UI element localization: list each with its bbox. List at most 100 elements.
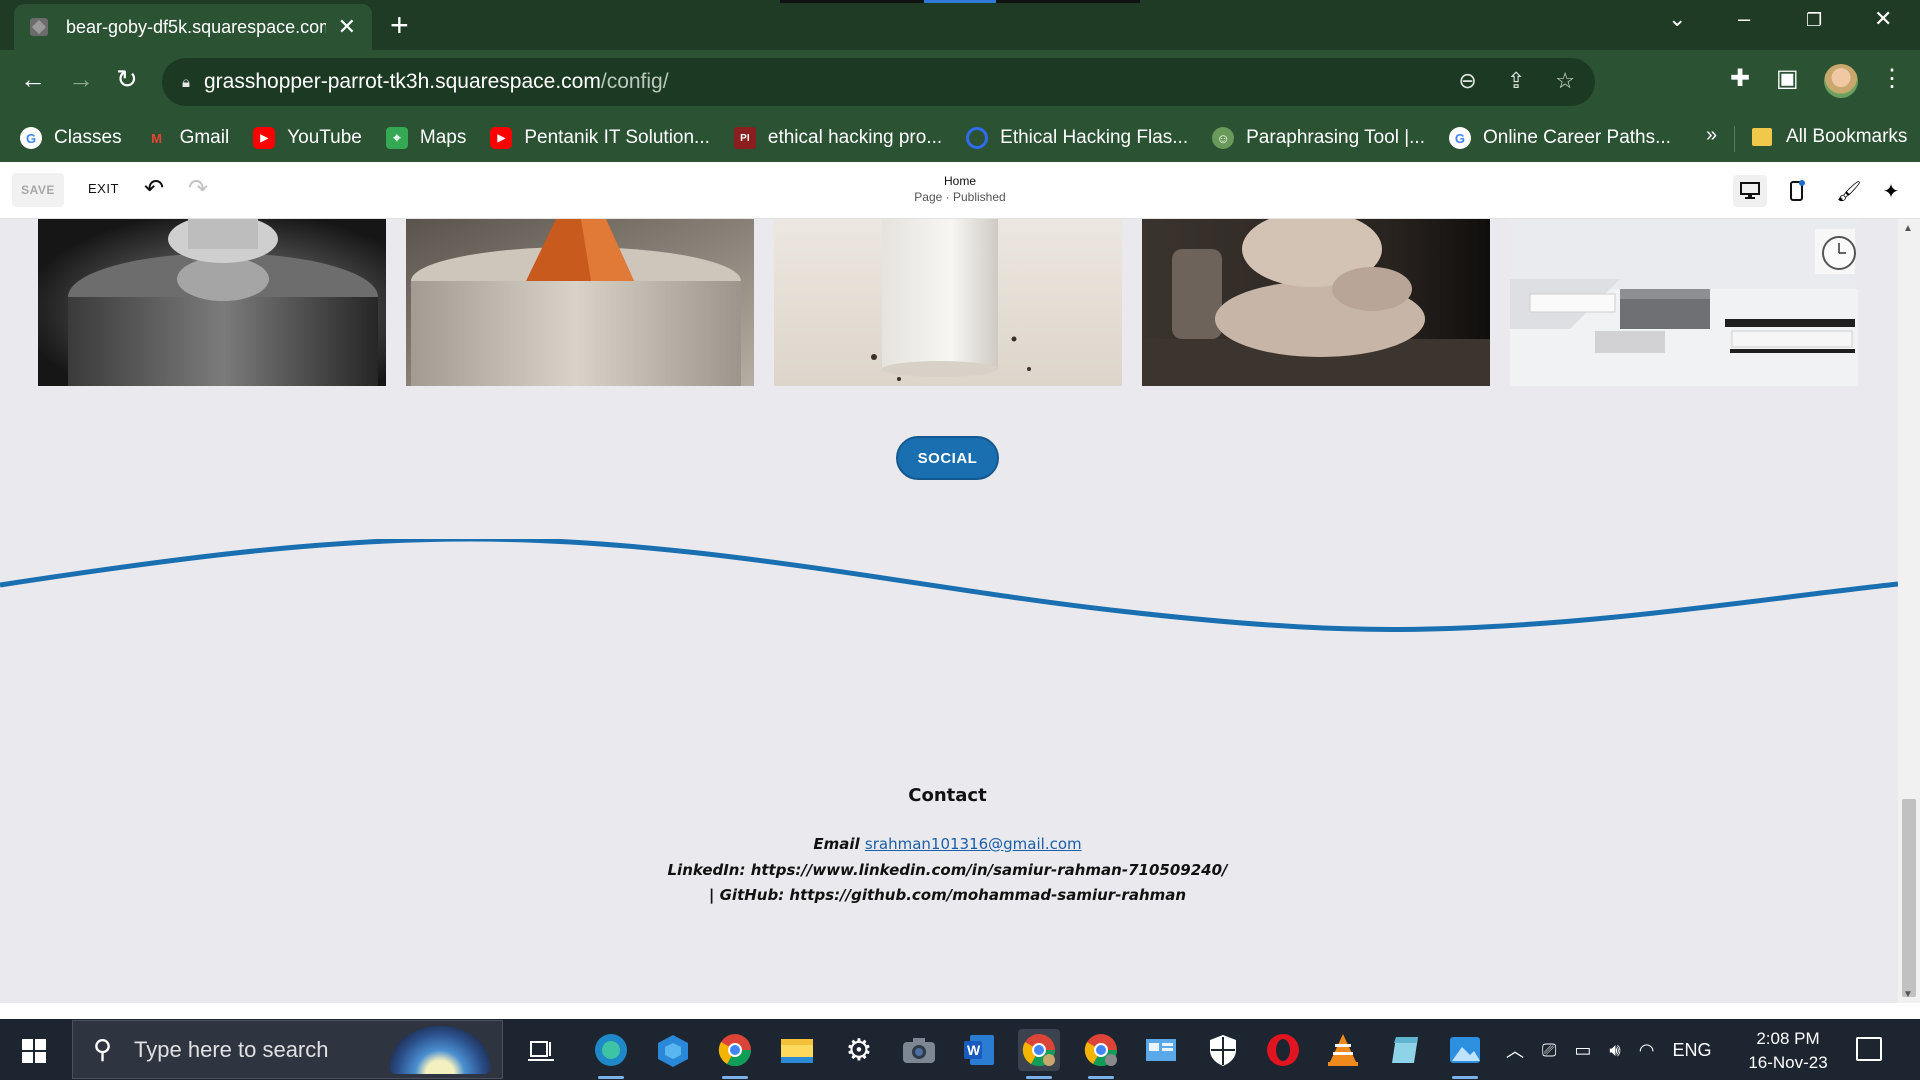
control-panel-icon[interactable]	[1140, 1029, 1182, 1071]
taskbar-clock[interactable]: 2:08 PM 16-Nov-23	[1740, 1027, 1836, 1075]
page-indicator[interactable]: Home Page · Published	[860, 174, 1060, 204]
zoom-out-icon[interactable]: ⊖	[1458, 68, 1476, 94]
gallery-image[interactable]	[38, 219, 386, 386]
task-view-icon[interactable]	[520, 1029, 562, 1071]
squarespace-favicon-icon	[30, 18, 48, 36]
vlc-icon[interactable]	[1322, 1029, 1364, 1071]
bookmark-label: Ethical Hacking Flas...	[1000, 127, 1189, 148]
star-icon[interactable]: ☆	[1555, 68, 1575, 94]
youtube-icon: ▶	[490, 127, 513, 149]
wifi-icon[interactable]: ◠	[1639, 1040, 1655, 1061]
browser-tab[interactable]: bear-goby-df5k.squarespace.com ✕	[14, 4, 372, 50]
bookmark-item[interactable]: ▶ YouTube	[253, 127, 362, 149]
forward-icon[interactable]: →	[68, 64, 94, 94]
taskbar-search-box[interactable]: ⚲ Type here to search	[72, 1020, 503, 1079]
page-canvas[interactable]: SOCIAL Contact Email srahman101316@gmail…	[0, 219, 1898, 1003]
tab-close-icon[interactable]: ✕	[338, 14, 356, 40]
restore-icon[interactable]: ❐	[1806, 10, 1822, 31]
scroll-down-arrow-icon[interactable]: ▼	[1903, 989, 1913, 1000]
address-bar[interactable]: 🔒︎ grasshopper-parrot-tk3h.squarespace.c…	[162, 58, 1595, 106]
bookmark-label: Online Career Paths...	[1482, 127, 1671, 148]
gallery-image[interactable]	[1142, 219, 1490, 386]
volume-icon[interactable]: 🔊︎	[1609, 1040, 1620, 1061]
gallery-image[interactable]	[1510, 219, 1858, 386]
chrome-profile-2-icon[interactable]	[1080, 1029, 1122, 1079]
battery-icon[interactable]: ▭	[1574, 1040, 1591, 1061]
page-bottom-strip	[0, 1003, 1920, 1019]
exit-button[interactable]: EXIT	[88, 181, 119, 196]
bookmark-label: Paraphrasing Tool |...	[1246, 127, 1425, 148]
gallery-image[interactable]	[406, 219, 754, 386]
settings-gear-icon[interactable]: ⚙	[838, 1029, 880, 1071]
scrollbar-thumb[interactable]	[1902, 799, 1916, 997]
share-icon[interactable]: ⇪	[1507, 68, 1525, 94]
social-button[interactable]: SOCIAL	[896, 436, 999, 480]
edge-icon[interactable]	[590, 1029, 632, 1079]
search-highlight-art	[390, 1026, 490, 1074]
browser-toolbar: ← → ↻ 🔒︎ grasshopper-parrot-tk3h.squares…	[0, 50, 1920, 114]
scroll-up-arrow-icon[interactable]: ▲	[1903, 223, 1913, 234]
email-link[interactable]: srahman101316@gmail.com	[865, 835, 1082, 853]
notifications-icon[interactable]	[1856, 1037, 1882, 1061]
windows-security-icon[interactable]	[1202, 1029, 1244, 1071]
lock-icon: 🔒︎	[182, 73, 190, 91]
more-bookmarks-chevron[interactable]: »	[1706, 124, 1717, 147]
bookmark-item[interactable]: PI ethical hacking pro...	[733, 127, 942, 149]
minimize-icon[interactable]: –	[1738, 6, 1750, 32]
system-tray: ︿ ⎚ ▭ 🔊︎ ◠ ENG	[1506, 1037, 1712, 1063]
bookmark-item[interactable]: ☺ Paraphrasing Tool |...	[1212, 127, 1425, 149]
redo-icon[interactable]: ↷	[188, 174, 208, 203]
bookmark-label: YouTube	[287, 127, 362, 148]
save-button[interactable]: SAVE	[12, 173, 64, 207]
menu-kebab-icon[interactable]: ⋮	[1880, 64, 1904, 93]
language-indicator[interactable]: ENG	[1672, 1040, 1711, 1061]
tab-search-chevron-icon[interactable]: ⌄	[1668, 6, 1686, 32]
back-icon[interactable]: ←	[20, 64, 46, 94]
ai-assist-icon[interactable]: ✦	[1874, 175, 1908, 207]
page-scrollbar[interactable]: ▲ ▼	[1898, 219, 1920, 1003]
network-device-icon[interactable]: ⎚	[1542, 1040, 1556, 1061]
reload-icon[interactable]: ↻	[116, 64, 138, 94]
azure-cubes-icon[interactable]	[652, 1029, 694, 1071]
new-tab-button[interactable]: +	[390, 8, 409, 42]
maps-icon: ⌖	[385, 127, 408, 149]
site-styles-icon[interactable]: 🖌︎	[1832, 175, 1866, 207]
photos-icon[interactable]	[1444, 1029, 1486, 1079]
editor-toolbar: SAVE EXIT ↶ ↷ Home Page · Published 🖌︎ ✦	[0, 162, 1920, 219]
chrome-profile-icon[interactable]	[1018, 1029, 1060, 1079]
window-close-icon[interactable]: ✕	[1874, 6, 1892, 32]
linkedin-line: LinkedIn: https://www.linkedin.com/in/sa…	[667, 861, 1228, 879]
show-hidden-icons-chevron-icon[interactable]: ︿	[1506, 1037, 1524, 1063]
mobile-view-icon[interactable]	[1780, 175, 1814, 207]
camera-icon[interactable]	[898, 1029, 940, 1071]
opera-icon[interactable]	[1262, 1029, 1304, 1071]
profile-avatar[interactable]	[1824, 64, 1858, 98]
desktop-view-icon[interactable]	[1733, 175, 1767, 207]
search-placeholder: Type here to search	[134, 1036, 329, 1062]
file-explorer-icon[interactable]	[776, 1029, 818, 1071]
url-path: /config/	[600, 70, 669, 93]
extensions-icon[interactable]: ✚	[1730, 64, 1750, 93]
bookmark-label: Gmail	[179, 127, 230, 148]
clock-time: 2:08 PM	[1756, 1029, 1820, 1048]
all-bookmarks-button[interactable]: All Bookmarks	[1752, 126, 1907, 148]
tab-strip-indicator	[924, 0, 996, 3]
google-icon: G	[20, 127, 42, 149]
bookmark-label: Maps	[419, 127, 467, 148]
bookmark-item[interactable]: ⌖ Maps	[385, 127, 467, 149]
gallery-image[interactable]	[774, 219, 1122, 386]
url-host: grasshopper-parrot-tk3h.squarespace.com	[203, 70, 601, 93]
bookmark-item[interactable]: M Gmail	[146, 127, 230, 149]
word-icon[interactable]: W	[958, 1029, 1000, 1071]
windows-start-icon[interactable]	[22, 1039, 46, 1063]
youtube-icon: ▶	[253, 127, 276, 149]
bookmark-item[interactable]: G Online Career Paths...	[1448, 127, 1671, 149]
bookmark-item[interactable]: G Classes	[20, 127, 122, 149]
bookmark-item[interactable]: ▶ Pentanik IT Solution...	[490, 127, 710, 149]
bookmarks-bar: G Classes M Gmail ▶ YouTube ⌖ Maps ▶ Pentanik…	[0, 114, 1920, 162]
side-panel-icon[interactable]: ▣	[1776, 64, 1799, 93]
bookmark-item[interactable]: Ethical Hacking Flas...	[966, 127, 1188, 149]
notepad-icon[interactable]	[1384, 1029, 1426, 1071]
chrome-icon[interactable]	[714, 1029, 756, 1079]
undo-icon[interactable]: ↶	[144, 174, 164, 203]
